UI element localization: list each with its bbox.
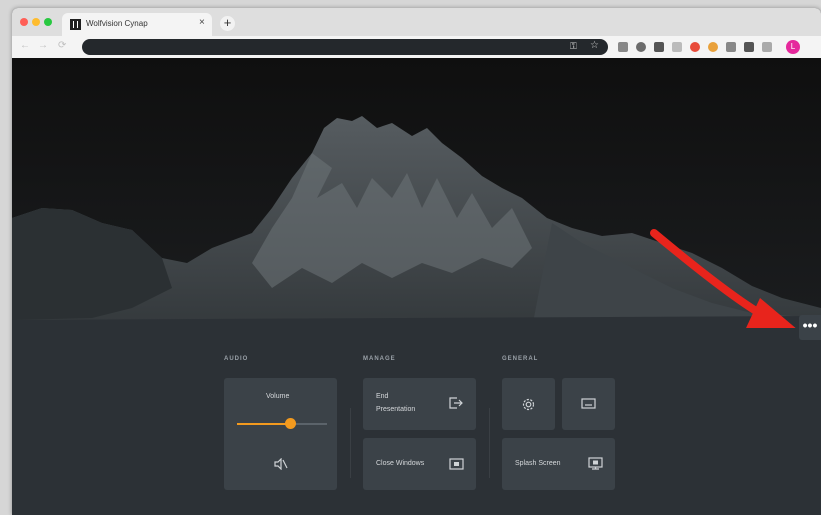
speaker-muted-icon[interactable] bbox=[274, 458, 288, 470]
volume-card: Volume bbox=[224, 378, 337, 490]
mountain-background-image bbox=[12, 58, 821, 328]
browser-toolbar: ← → ⟳ ⚿ ☆ L bbox=[12, 36, 821, 58]
splash-screen-button[interactable]: Splash Screen bbox=[502, 438, 615, 490]
end-presentation-label-line1: End bbox=[376, 393, 389, 400]
zoom-window-button[interactable] bbox=[44, 18, 52, 26]
close-windows-label: Close Windows bbox=[376, 460, 425, 467]
volume-slider[interactable] bbox=[237, 418, 327, 430]
volume-label: Volume bbox=[266, 393, 290, 400]
mountain-illustration bbox=[12, 58, 821, 328]
wolfvision-favicon-icon bbox=[70, 19, 81, 30]
section-divider bbox=[350, 408, 351, 478]
extension-puzzle-icon[interactable] bbox=[762, 42, 772, 52]
reload-button[interactable]: ⟳ bbox=[58, 40, 66, 51]
extension-globe-icon[interactable] bbox=[636, 42, 646, 52]
browser-window: Wolfvision Cynap × + ← → ⟳ ⚿ ☆ L AUDIO V… bbox=[12, 8, 821, 515]
volume-slider-thumb[interactable] bbox=[285, 418, 296, 429]
tab-title: Wolfvision Cynap bbox=[86, 19, 148, 28]
extension-chrome-icon[interactable] bbox=[708, 42, 718, 52]
extension-box-icon[interactable] bbox=[654, 42, 664, 52]
settings-button[interactable] bbox=[502, 378, 555, 430]
splash-screen-icon bbox=[588, 457, 603, 470]
tab-close-button[interactable]: × bbox=[199, 17, 205, 28]
browser-tab[interactable]: Wolfvision Cynap × bbox=[62, 13, 212, 36]
key-icon[interactable]: ⚿ bbox=[570, 41, 577, 52]
address-bar[interactable]: ⚿ ☆ bbox=[82, 39, 608, 55]
extension-clipboard-icon[interactable] bbox=[672, 42, 682, 52]
extension-link-icon[interactable] bbox=[618, 42, 628, 52]
control-panel: AUDIO Volume MANAGE End Presentation Clo… bbox=[12, 328, 821, 515]
minimize-window-button[interactable] bbox=[32, 18, 40, 26]
splash-screen-label: Splash Screen bbox=[515, 460, 561, 467]
extension-window-icon[interactable] bbox=[744, 42, 754, 52]
close-windows-icon bbox=[449, 458, 464, 470]
forward-button[interactable]: → bbox=[38, 40, 48, 51]
section-label-audio: AUDIO bbox=[224, 356, 249, 362]
section-label-manage: MANAGE bbox=[363, 356, 396, 362]
extension-color-icon[interactable] bbox=[690, 42, 700, 52]
bookmark-star-icon[interactable]: ☆ bbox=[590, 40, 599, 51]
section-label-general: GENERAL bbox=[502, 356, 539, 362]
end-presentation-button[interactable]: End Presentation bbox=[363, 378, 476, 430]
tab-strip: Wolfvision Cynap × + bbox=[12, 8, 821, 36]
back-button[interactable]: ← bbox=[20, 40, 30, 51]
section-divider bbox=[489, 408, 490, 478]
more-options-button[interactable]: ••• bbox=[799, 315, 821, 340]
profile-avatar[interactable]: L bbox=[786, 40, 800, 54]
screen-button[interactable] bbox=[562, 378, 615, 430]
page-viewport: AUDIO Volume MANAGE End Presentation Clo… bbox=[12, 58, 821, 515]
volume-slider-fill bbox=[237, 423, 291, 425]
end-presentation-label-line2: Presentation bbox=[376, 406, 416, 413]
screen-icon bbox=[581, 398, 596, 409]
gear-icon bbox=[522, 398, 535, 411]
new-tab-button[interactable]: + bbox=[220, 16, 235, 31]
close-windows-button[interactable]: Close Windows bbox=[363, 438, 476, 490]
extension-image-icon[interactable] bbox=[726, 42, 736, 52]
exit-icon bbox=[449, 397, 463, 409]
close-window-button[interactable] bbox=[20, 18, 28, 26]
